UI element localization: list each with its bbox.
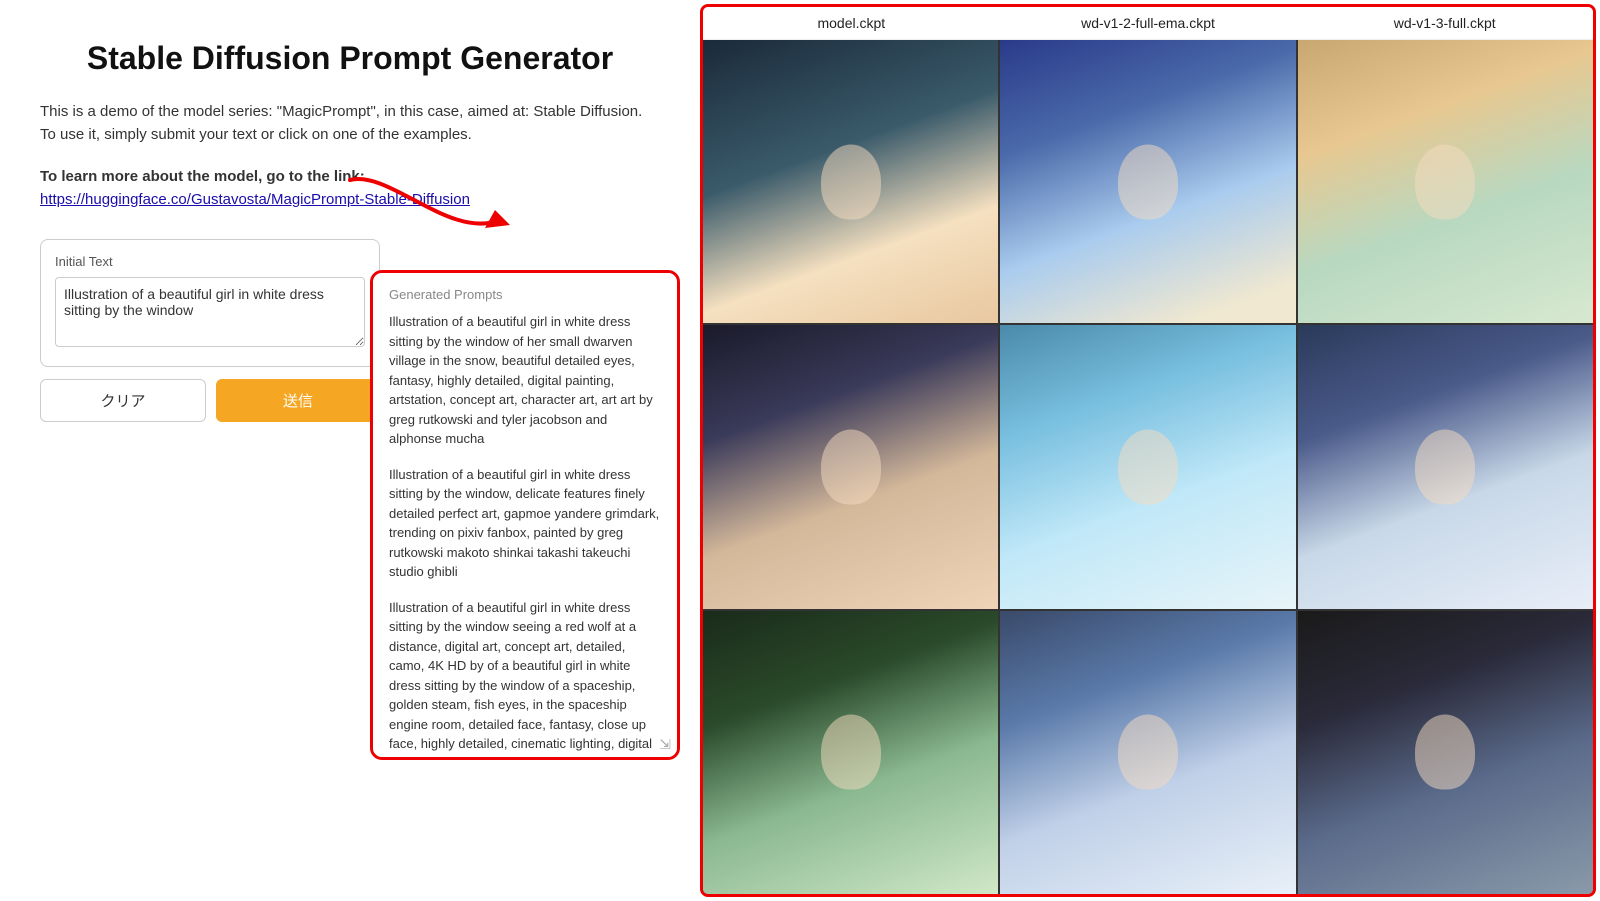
generated-prompt-2: Illustration of a beautiful girl in whit… bbox=[389, 465, 661, 582]
left-panel: Stable Diffusion Prompt Generator This i… bbox=[0, 0, 700, 901]
send-button[interactable]: 送信 bbox=[216, 379, 380, 422]
image-cell-2-1 bbox=[703, 325, 998, 608]
image-cell-1-3 bbox=[1298, 40, 1593, 323]
image-cell-3-2 bbox=[1000, 611, 1295, 894]
image-cell-1-1 bbox=[703, 40, 998, 323]
image-cell-2-2 bbox=[1000, 325, 1295, 608]
resize-handle: ⇲ bbox=[659, 736, 671, 753]
description-text: This is a demo of the model series: "Mag… bbox=[40, 101, 660, 146]
page-title: Stable Diffusion Prompt Generator bbox=[40, 40, 660, 77]
input-section: Initial Text bbox=[40, 239, 380, 367]
learn-more-label: To learn more about the model, go to the… bbox=[40, 168, 365, 185]
generated-label: Generated Prompts bbox=[389, 287, 661, 302]
image-cell-3-3 bbox=[1298, 611, 1593, 894]
clear-button[interactable]: クリア bbox=[40, 379, 206, 422]
image-cell-3-1 bbox=[703, 611, 998, 894]
image-cell-1-2 bbox=[1000, 40, 1295, 323]
col-header-1: model.ckpt bbox=[703, 7, 1000, 39]
input-label: Initial Text bbox=[55, 254, 365, 269]
col-header-2: wd-v1-2-full-ema.ckpt bbox=[1000, 7, 1297, 39]
initial-text-input[interactable] bbox=[55, 277, 365, 347]
generated-prompts-box: Generated Prompts Illustration of a beau… bbox=[370, 270, 680, 760]
image-grid bbox=[703, 40, 1593, 894]
col-header-3: wd-v1-3-full.ckpt bbox=[1296, 7, 1593, 39]
button-row: クリア 送信 bbox=[40, 379, 380, 422]
generated-prompt-1: Illustration of a beautiful girl in whit… bbox=[389, 312, 661, 449]
right-header: model.ckpt wd-v1-2-full-ema.ckpt wd-v1-3… bbox=[703, 7, 1593, 40]
generated-prompt-3: Illustration of a beautiful girl in whit… bbox=[389, 598, 661, 761]
right-panel: model.ckpt wd-v1-2-full-ema.ckpt wd-v1-3… bbox=[700, 4, 1596, 897]
image-cell-2-3 bbox=[1298, 325, 1593, 608]
